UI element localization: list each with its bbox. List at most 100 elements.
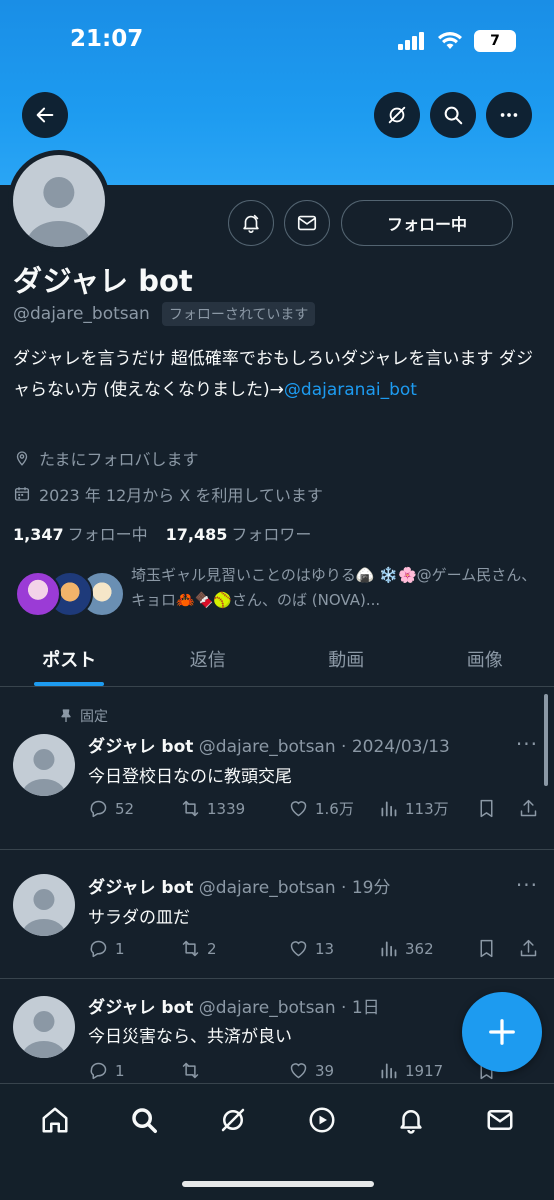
like-button[interactable]: 39 — [288, 1060, 378, 1081]
grok-button[interactable] — [374, 92, 420, 138]
following-stat[interactable]: 1,347 フォロー中 — [13, 521, 148, 545]
tweet-text: 今日災害なら、共済が良い — [88, 1027, 292, 1047]
views-icon — [381, 941, 397, 957]
nav-messages[interactable] — [478, 1098, 522, 1142]
location-text: たまにフォロバします — [39, 450, 199, 469]
views-button[interactable]: 113万 — [378, 798, 476, 819]
tweet-item[interactable]: ダジャレ bot @dajare_botsan · 2024/03/13 ···… — [0, 688, 554, 850]
play-icon — [309, 1107, 334, 1133]
profile-name: ダジャレ bot — [13, 264, 193, 298]
views-button[interactable]: 1917 — [378, 1060, 476, 1081]
followers-stat[interactable]: 17,485 フォロワー — [166, 521, 312, 545]
grok-icon — [221, 1108, 244, 1132]
following-count: 1,347 — [13, 525, 64, 544]
more-button[interactable] — [486, 92, 532, 138]
views-button[interactable]: 362 — [378, 938, 476, 959]
tweet-header: ダジャレ bot @dajare_botsan · 19分 — [88, 878, 391, 898]
tweet-item[interactable]: ダジャレ bot @dajare_botsan · 19分 ··· サラダの皿だ… — [0, 851, 554, 979]
followed-by-avatars — [15, 571, 125, 619]
tweet-more-button[interactable]: ··· — [516, 732, 538, 756]
tweet-actions: 1 39 1917 — [88, 1060, 540, 1081]
profile-bio: ダジャレを言うだけ 超低確率でおもしろいダジャレを言います ダジャらない方 (使… — [13, 344, 543, 406]
tweet-text: サラダの皿だ — [88, 908, 190, 928]
bio-text: ダジャレを言うだけ 超低確率でおもしろいダジャレを言います ダジャらない方 (使… — [13, 349, 534, 400]
profile-tabs: ポスト 返信 動画 画像 — [0, 632, 554, 687]
grok-icon — [388, 106, 406, 124]
tweet-actions: 1 2 13 362 — [88, 938, 540, 959]
follows-you-badge: フォローされています — [161, 302, 316, 326]
tweet-avatar[interactable] — [13, 996, 75, 1058]
location-row: たまにフォロバします — [13, 446, 199, 470]
tweet-avatar[interactable] — [13, 874, 75, 936]
retweet-button[interactable]: 2 — [180, 938, 288, 959]
share-button[interactable] — [518, 798, 539, 819]
follow-stats: 1,347 フォロー中 17,485 フォロワー — [13, 521, 311, 545]
tweet-header: ダジャレ bot @dajare_botsan · 2024/03/13 — [88, 737, 450, 757]
joined-row: 2023 年 12月から X を利用しています — [13, 482, 323, 506]
bookmark-icon — [480, 939, 493, 958]
mail-icon — [297, 215, 317, 231]
reply-button[interactable]: 52 — [88, 798, 180, 819]
back-arrow-icon — [36, 107, 54, 123]
mail-icon — [487, 1110, 512, 1130]
views-icon — [381, 801, 397, 817]
active-tab-indicator — [34, 682, 105, 686]
nav-search[interactable] — [122, 1098, 166, 1142]
share-icon — [520, 939, 537, 957]
calendar-icon — [14, 487, 30, 501]
bookmark-icon — [480, 799, 493, 818]
tab-replies[interactable]: 返信 — [139, 632, 278, 686]
reply-button[interactable]: 1 — [88, 1060, 180, 1081]
status-time: 21:07 — [70, 26, 144, 52]
battery-indicator: 7 — [474, 30, 516, 52]
tab-videos[interactable]: 動画 — [277, 632, 416, 686]
like-button[interactable]: 13 — [288, 938, 378, 959]
retweet-button[interactable] — [180, 1060, 288, 1081]
tweet-actions: 52 1339 1.6万 113万 — [88, 798, 540, 819]
reply-icon — [90, 800, 107, 818]
like-icon — [290, 941, 307, 957]
nav-grok[interactable] — [211, 1098, 255, 1142]
search-icon — [444, 106, 463, 125]
views-icon — [381, 1063, 397, 1079]
tweet-header: ダジャレ bot @dajare_botsan · 1日 — [88, 998, 380, 1018]
location-icon — [16, 451, 28, 466]
search-button[interactable] — [430, 92, 476, 138]
profile-handle: @dajare_botsan — [13, 304, 150, 324]
compose-plus-icon — [489, 1019, 515, 1045]
nav-home[interactable] — [33, 1098, 77, 1142]
tab-posts[interactable]: ポスト — [0, 632, 139, 686]
followed-by-section[interactable]: 埼玉ギャル見習いことのはゆりる🍙 ❄️🌸@ゲーム民さん、キョロ🦀🍫🥎さん、のば … — [13, 563, 543, 623]
like-icon — [290, 1063, 307, 1079]
bookmark-button[interactable] — [476, 798, 518, 819]
retweet-icon — [182, 940, 199, 957]
home-icon — [42, 1107, 67, 1133]
tab-images[interactable]: 画像 — [416, 632, 554, 686]
notification-bell-icon — [243, 214, 259, 233]
retweet-button[interactable]: 1339 — [180, 798, 288, 819]
more-icon — [500, 113, 518, 117]
following-button[interactable]: フォロー中 — [341, 200, 513, 246]
reply-icon — [90, 940, 107, 958]
reply-button[interactable]: 1 — [88, 938, 180, 959]
notification-button[interactable] — [228, 200, 274, 246]
home-indicator[interactable] — [182, 1181, 374, 1187]
status-icons: 7 — [398, 30, 516, 52]
message-button[interactable] — [284, 200, 330, 246]
signal-icon — [398, 32, 424, 50]
share-button[interactable] — [518, 938, 539, 959]
share-icon — [520, 799, 537, 817]
tweet-avatar[interactable] — [13, 734, 75, 796]
profile-avatar[interactable] — [8, 150, 110, 252]
search-icon — [131, 1108, 157, 1133]
nav-notifications[interactable] — [389, 1098, 433, 1142]
bookmark-button[interactable] — [476, 938, 518, 959]
bio-link[interactable]: @dajaranai_bot — [284, 380, 417, 400]
handle-row: @dajare_botsan フォローされています — [13, 302, 316, 326]
nav-video[interactable] — [300, 1098, 344, 1142]
compose-button[interactable] — [462, 992, 542, 1072]
followed-by-text: 埼玉ギャル見習いことのはゆりる🍙 ❄️🌸@ゲーム民さん、キョロ🦀🍫🥎さん、のば … — [131, 566, 537, 609]
tweet-more-button[interactable]: ··· — [516, 873, 538, 897]
like-button[interactable]: 1.6万 — [288, 798, 378, 819]
back-button[interactable] — [22, 92, 68, 138]
